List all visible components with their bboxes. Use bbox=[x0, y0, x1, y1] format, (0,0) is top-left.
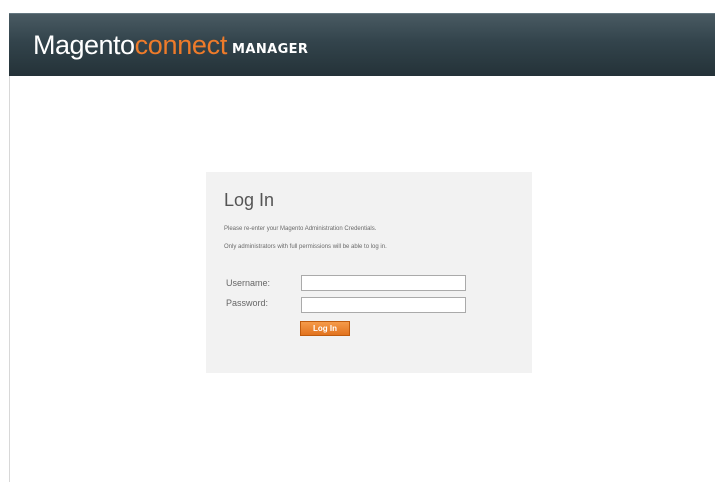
password-input[interactable] bbox=[301, 297, 466, 313]
login-instruction-permissions: Only administrators with full permission… bbox=[224, 244, 387, 250]
page: Magentoconnect MANAGER Log In Please re-e… bbox=[0, 0, 715, 482]
logo-connect-text: connect bbox=[134, 30, 228, 60]
logo-manager-text: MANAGER bbox=[232, 42, 309, 57]
login-instruction-credentials: Please re-enter your Magento Administrat… bbox=[224, 226, 377, 232]
left-border-line bbox=[9, 76, 10, 482]
login-title: Log In bbox=[224, 190, 275, 210]
password-label: Password: bbox=[226, 298, 269, 308]
log-in-button[interactable]: Log In bbox=[300, 321, 350, 336]
header-bar: Magentoconnect MANAGER bbox=[9, 13, 715, 76]
magento-connect-manager-logo: Magentoconnect MANAGER bbox=[33, 32, 308, 59]
username-label: Username: bbox=[226, 278, 271, 288]
login-panel: Log In Please re-enter your Magento Admi… bbox=[206, 172, 532, 373]
username-input[interactable] bbox=[301, 275, 466, 291]
logo-magento-text: Magento bbox=[33, 30, 135, 60]
